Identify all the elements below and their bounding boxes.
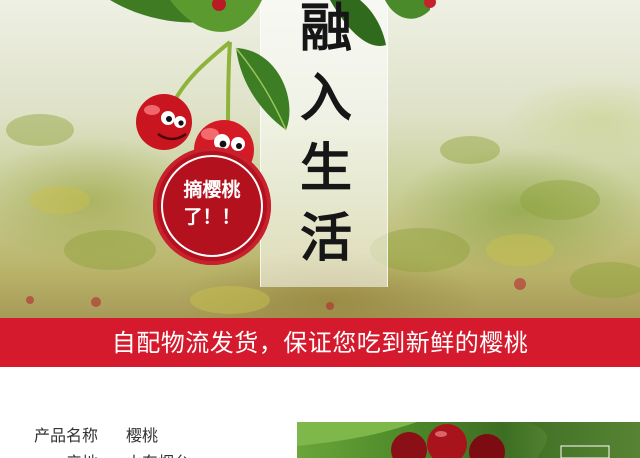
slogan-char: 融: [299, 0, 352, 59]
badge-text: 摘樱桃 了！！: [167, 177, 257, 231]
info-label: 产地: [66, 449, 98, 458]
info-label: 产品名称: [33, 426, 98, 445]
hero-banner: 融 入 生 活 摘樱桃 了！！: [0, 0, 640, 318]
info-value: 樱桃: [126, 426, 159, 445]
slogan-char: 入: [299, 68, 352, 129]
delivery-ribbon: 自配物流发货，保证您吃到新鲜的樱桃: [0, 318, 640, 367]
cherry-photo-icon: [297, 422, 640, 458]
slogan-char: 生: [299, 138, 352, 199]
info-value: 山东烟台: [126, 449, 190, 458]
hero-slogan: 融 入 生 活: [290, 0, 362, 274]
slogan-char: 活: [299, 208, 352, 269]
pick-cherries-badge: 摘樱桃 了！！: [153, 147, 271, 265]
badge-line-2: 了！！: [183, 206, 241, 228]
badge-line-1: 摘樱桃: [183, 179, 241, 201]
product-photo: [297, 422, 640, 458]
delivery-promise-text: 自配物流发货，保证您吃到新鲜的樱桃: [111, 329, 529, 357]
